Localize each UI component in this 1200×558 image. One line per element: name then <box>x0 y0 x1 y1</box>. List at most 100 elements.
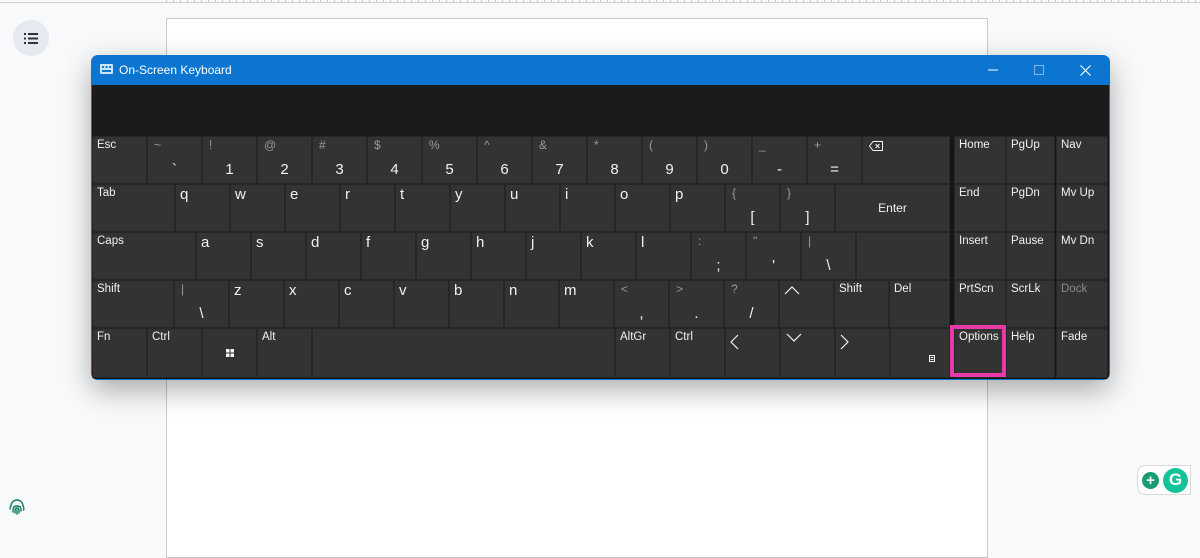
key-o[interactable]: o <box>615 184 670 232</box>
key-period[interactable]: >. <box>669 280 724 328</box>
key-9[interactable]: (9 <box>642 136 697 184</box>
key-end[interactable]: End <box>954 184 1006 232</box>
key-pause[interactable]: Pause <box>1006 232 1055 280</box>
key-y[interactable]: y <box>450 184 505 232</box>
list-icon <box>24 32 38 44</box>
key-arrow-down[interactable] <box>780 328 835 378</box>
key-grave[interactable]: ~ ` <box>147 136 202 184</box>
key-g[interactable]: g <box>416 232 471 280</box>
key-pgdn[interactable]: PgDn <box>1006 184 1055 232</box>
key-1[interactable]: ! 1 <box>202 136 257 184</box>
key-slash[interactable]: ? / <box>724 280 779 328</box>
key-enter[interactable]: Enter <box>835 184 950 232</box>
key-6[interactable]: ^ 6 <box>477 136 532 184</box>
on-screen-keyboard-window: On-Screen Keyboard Esc ~ ` ! 1 @2 #3 $4 % 5… <box>91 55 1110 380</box>
key-c[interactable]: c <box>339 280 394 328</box>
key-semicolon[interactable]: :; <box>691 232 746 280</box>
key-fade[interactable]: Fade <box>1056 328 1108 378</box>
key-a[interactable]: a <box>196 232 251 280</box>
key-arrow-right[interactable] <box>835 328 890 378</box>
key-j[interactable]: j <box>526 232 581 280</box>
maximize-button[interactable] <box>1016 55 1062 85</box>
key-5[interactable]: % 5 <box>422 136 477 184</box>
fingerprint-icon[interactable] <box>8 498 26 516</box>
key-quote[interactable]: " ' <box>746 232 801 280</box>
key-dock[interactable]: Dock <box>1056 280 1108 328</box>
key-2[interactable]: @2 <box>257 136 312 184</box>
key-ctrl-right[interactable]: Ctrl <box>670 328 725 378</box>
key-d[interactable]: d <box>306 232 361 280</box>
key-altgr[interactable]: AltGr <box>615 328 670 378</box>
minimize-button[interactable] <box>970 55 1016 85</box>
key-l[interactable]: l <box>636 232 691 280</box>
key-move-up[interactable]: Mv Up <box>1056 184 1108 232</box>
grammarly-logo-icon[interactable]: G <box>1163 467 1188 493</box>
key-backslash[interactable]: | \ <box>801 232 856 280</box>
add-icon[interactable]: + <box>1142 471 1159 489</box>
key-pgup[interactable]: PgUp <box>1006 136 1055 184</box>
key-m[interactable]: m <box>559 280 614 328</box>
key-tab[interactable]: Tab <box>92 184 175 232</box>
key-3[interactable]: #3 <box>312 136 367 184</box>
key-k[interactable]: k <box>581 232 636 280</box>
key-e[interactable]: e <box>285 184 340 232</box>
document-outline-button[interactable] <box>13 20 49 56</box>
window-title: On-Screen Keyboard <box>119 63 232 77</box>
key-enter-extension[interactable] <box>856 232 950 280</box>
key-arrow-left[interactable] <box>725 328 780 378</box>
key-fn[interactable]: Fn <box>92 328 147 378</box>
context-menu-icon <box>929 354 935 362</box>
key-w[interactable]: w <box>230 184 285 232</box>
key-move-down[interactable]: Mv Dn <box>1056 232 1108 280</box>
key-0[interactable]: ) 0 <box>697 136 752 184</box>
key-b[interactable]: b <box>449 280 504 328</box>
key-space[interactable] <box>312 328 615 378</box>
key-i[interactable]: i <box>560 184 615 232</box>
key-8[interactable]: * 8 <box>587 136 642 184</box>
close-button[interactable] <box>1062 55 1108 85</box>
key-options[interactable]: Options <box>954 328 1006 378</box>
keyboard-app-icon <box>100 64 113 74</box>
key-4[interactable]: $4 <box>367 136 422 184</box>
keyboard-text-area <box>92 85 1109 136</box>
key-t[interactable]: t <box>395 184 450 232</box>
key-z[interactable]: z <box>229 280 284 328</box>
key-alt[interactable]: Alt <box>257 328 312 378</box>
key-menu[interactable] <box>890 328 950 378</box>
grammarly-widget[interactable]: + G <box>1137 465 1191 495</box>
key-minus[interactable]: _ - <box>752 136 807 184</box>
key-n[interactable]: n <box>504 280 559 328</box>
key-esc[interactable]: Esc <box>92 136 147 184</box>
key-f[interactable]: f <box>361 232 416 280</box>
key-prtscn[interactable]: PrtScn <box>954 280 1006 328</box>
key-v[interactable]: v <box>394 280 449 328</box>
key-q[interactable]: q <box>175 184 230 232</box>
key-intl-backslash[interactable]: | \ <box>174 280 229 328</box>
key-u[interactable]: u <box>505 184 560 232</box>
key-caps[interactable]: Caps <box>92 232 196 280</box>
key-home[interactable]: Home <box>954 136 1006 184</box>
backspace-icon <box>869 141 883 151</box>
title-bar[interactable]: On-Screen Keyboard <box>91 55 1110 85</box>
key-insert[interactable]: Insert <box>954 232 1006 280</box>
key-scrlk[interactable]: ScrLk <box>1006 280 1055 328</box>
key-help[interactable]: Help <box>1006 328 1055 378</box>
key-arrow-up[interactable] <box>779 280 834 328</box>
key-p[interactable]: p <box>670 184 725 232</box>
key-equal[interactable]: + = <box>807 136 862 184</box>
key-r[interactable]: r <box>340 184 395 232</box>
key-nav[interactable]: Nav <box>1056 136 1108 184</box>
key-del[interactable]: Del <box>889 280 950 328</box>
key-right-bracket[interactable]: }] <box>780 184 835 232</box>
key-ctrl-left[interactable]: Ctrl <box>147 328 202 378</box>
key-windows[interactable] <box>202 328 257 378</box>
key-x[interactable]: x <box>284 280 339 328</box>
key-s[interactable]: s <box>251 232 306 280</box>
key-7[interactable]: & 7 <box>532 136 587 184</box>
key-shift-right[interactable]: Shift <box>834 280 889 328</box>
key-left-bracket[interactable]: {[ <box>725 184 780 232</box>
key-comma[interactable]: <, <box>614 280 669 328</box>
key-shift-left[interactable]: Shift <box>92 280 174 328</box>
key-h[interactable]: h <box>471 232 526 280</box>
key-backspace[interactable] <box>862 136 950 184</box>
